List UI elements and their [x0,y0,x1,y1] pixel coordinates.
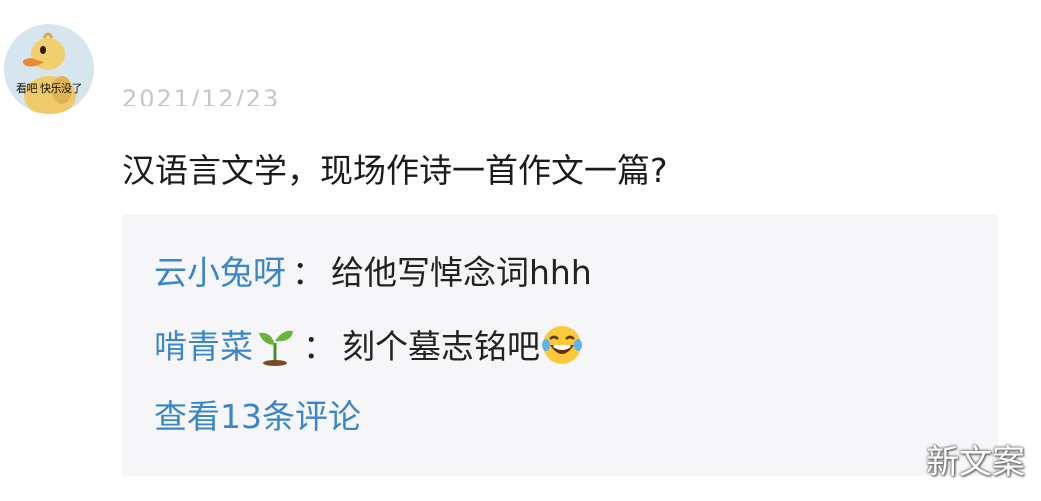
post-text: 汉语言文学，现场作诗一首作文一篇? [122,151,668,190]
comment-username[interactable]: 啃青菜 [154,327,253,366]
comment-text: 给他写悼念词hhh [331,253,592,292]
post-timestamp: 2021/12/23 [122,85,281,106]
avatar-caption: 看吧 快乐没了 [16,82,83,95]
user-avatar[interactable]: 看吧 快乐没了 [4,24,94,114]
comment-separator: ： [303,327,336,366]
duck-avatar-icon [4,24,94,114]
comment-text: 刻个墓志铭吧 [342,327,540,366]
comment-item[interactable]: 啃青菜 ：刻个墓志铭吧 [154,322,584,372]
comment-item[interactable]: 云小兔呀：给他写悼念词hhh [154,248,592,298]
comment-preview-box[interactable]: 云小兔呀：给他写悼念词hhh 啃青菜 ：刻个墓志铭吧 查看13条评论 [122,214,998,476]
seedling-icon [259,330,293,366]
laughing-tears-emoji [542,326,582,364]
comment-username[interactable]: 云小兔呀 [154,253,286,292]
comment-separator: ： [292,253,325,292]
view-all-comments-link[interactable]: 查看13条评论 [154,392,361,442]
watermark: 新文案 [926,442,1025,481]
